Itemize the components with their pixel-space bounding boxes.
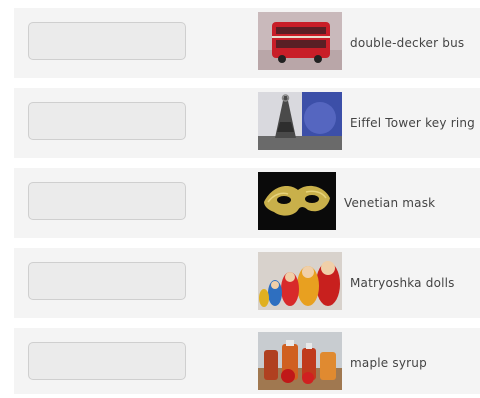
match-row: Eiffel Tower key ring [14,88,480,158]
matryoshka-dolls-image [258,252,342,310]
answer-drop-box[interactable] [28,102,186,140]
eiffel-tower-key-ring-image [258,92,342,150]
match-row: maple syrup [14,328,480,394]
answer-drop-box[interactable] [28,22,186,60]
answer-drop-box[interactable] [28,182,186,220]
match-row: Matryoshka dolls [14,248,480,318]
item-label: Matryoshka dolls [350,276,455,290]
matching-list: double-decker bus Eiffel Tower key ring [0,0,480,394]
venetian-mask-image [258,172,336,230]
item-label: Venetian mask [344,196,436,210]
maple-syrup-image [258,332,342,390]
item-label: double-decker bus [350,36,465,50]
item-label: Eiffel Tower key ring [350,116,475,130]
double-decker-bus-image [258,12,342,70]
match-row: Venetian mask [14,168,480,238]
answer-drop-box[interactable] [28,342,186,380]
answer-drop-box[interactable] [28,262,186,300]
item-label: maple syrup [350,356,427,370]
match-row: double-decker bus [14,8,480,78]
